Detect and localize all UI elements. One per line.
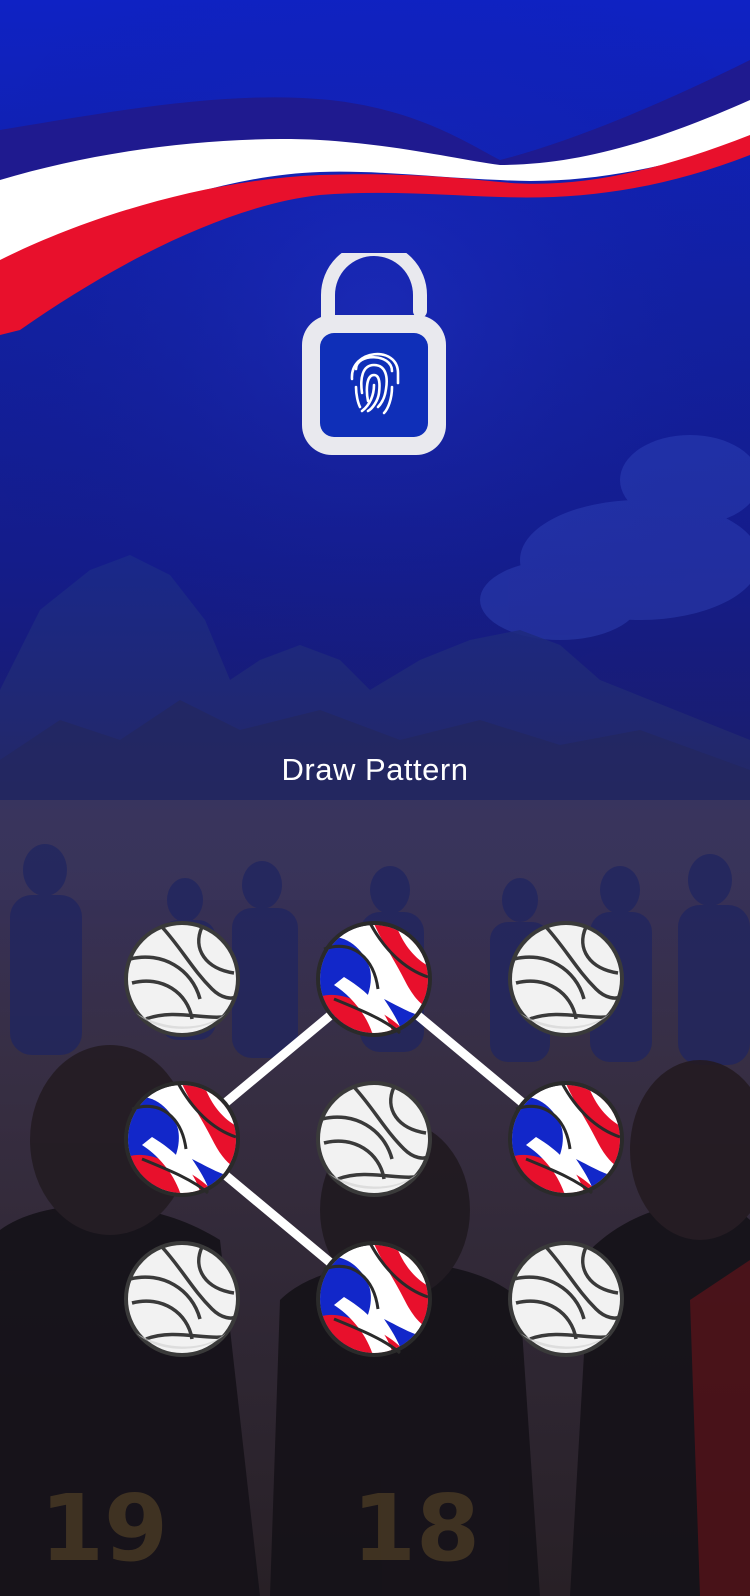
- volleyball-node-selected-icon[interactable]: [314, 1239, 434, 1359]
- volleyball-node-icon[interactable]: [124, 921, 240, 1037]
- volleyball-node-icon[interactable]: [124, 1241, 240, 1357]
- volleyball-node-icon[interactable]: [316, 1081, 432, 1197]
- pattern-lock-grid[interactable]: [0, 0, 750, 1596]
- pattern-lock-screen: 19 18 Draw Pattern: [0, 0, 750, 1596]
- volleyball-node-selected-icon[interactable]: [122, 1079, 242, 1199]
- volleyball-node-selected-icon[interactable]: [314, 919, 434, 1039]
- pattern-nodes: [122, 919, 626, 1359]
- volleyball-node-icon[interactable]: [508, 1241, 624, 1357]
- volleyball-node-icon[interactable]: [508, 921, 624, 1037]
- volleyball-node-selected-icon[interactable]: [506, 1079, 626, 1199]
